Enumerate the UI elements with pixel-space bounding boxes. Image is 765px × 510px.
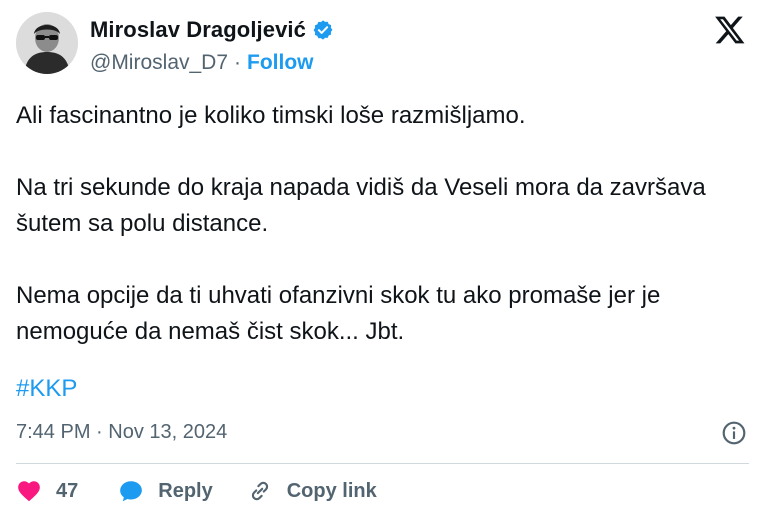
avatar[interactable] xyxy=(16,12,78,74)
tweet-paragraph-3: Nema opcije da ti uhvati ofanzivni skok … xyxy=(16,282,661,345)
info-icon[interactable] xyxy=(721,420,747,446)
tweet-paragraph-2: Na tri sekunde do kraja napada vidiš da … xyxy=(16,174,706,237)
reply-label: Reply xyxy=(158,479,213,502)
divider xyxy=(16,463,749,464)
heart-icon xyxy=(18,481,40,502)
like-count: 47 xyxy=(56,479,79,502)
avatar-image xyxy=(16,12,78,74)
copy-link-label: Copy link xyxy=(286,479,377,502)
speech-bubble-icon xyxy=(120,481,143,502)
reply-button[interactable]: Reply xyxy=(118,478,213,504)
link-icon xyxy=(251,481,268,501)
author-name-row: Miroslav Dragoljević xyxy=(90,17,334,43)
tweet-timestamp[interactable]: 7:44 PM · Nov 13, 2024 xyxy=(16,421,227,444)
like-button[interactable]: 47 xyxy=(16,478,78,504)
author-handle[interactable]: @Miroslav_D7 xyxy=(90,51,228,75)
verified-badge-icon xyxy=(313,20,333,40)
tweet-paragraph-1: Ali fascinantno je koliko timski loše ra… xyxy=(16,102,526,129)
author-handle-row: @Miroslav_D7 · Follow xyxy=(90,51,314,75)
author-display-name[interactable]: Miroslav Dragoljević xyxy=(90,17,306,43)
tweet-card: Miroslav Dragoljević @Miroslav_D7 · Foll… xyxy=(0,0,765,510)
x-logo-icon[interactable] xyxy=(713,14,745,46)
copy-link-button[interactable]: Copy link xyxy=(247,478,377,504)
follow-button[interactable]: Follow xyxy=(247,51,314,75)
hashtag-link[interactable]: #KKP xyxy=(16,375,77,403)
tweet-text: Ali fascinantno je koliko timski loše ra… xyxy=(16,98,746,350)
handle-separator: · xyxy=(234,51,242,74)
action-bar: 47 Reply Copy link xyxy=(16,476,377,506)
